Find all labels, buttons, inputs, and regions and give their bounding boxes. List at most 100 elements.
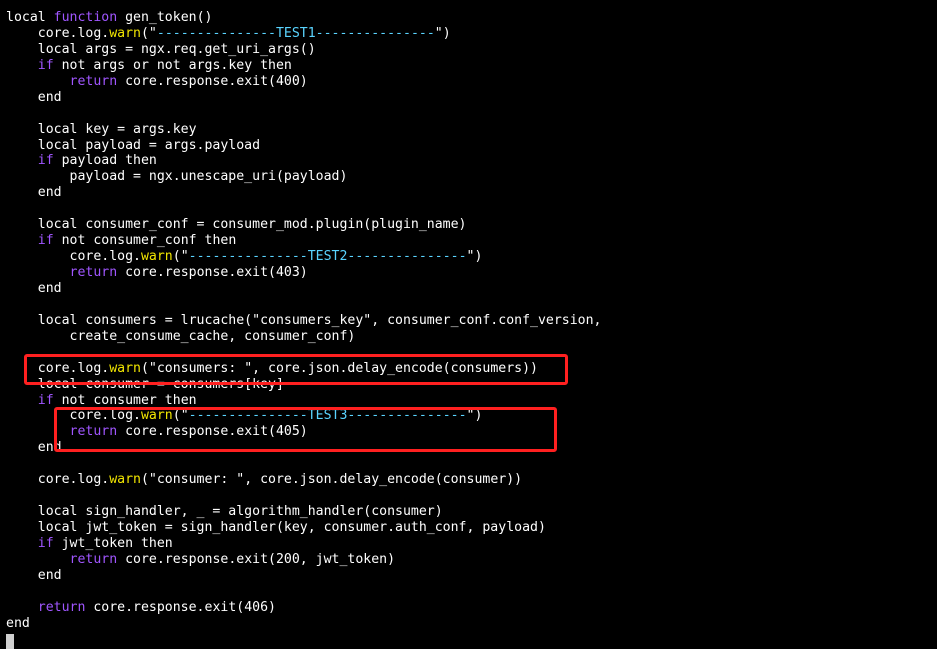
code-token: if (37, 153, 54, 169)
code-line: local function gen_token() (6, 10, 601, 26)
code-line: return core.response.exit(406) (6, 600, 601, 616)
code-token: not consumer then (53, 392, 197, 408)
code-token: local args = ngx.req.get_uri_args() (6, 41, 316, 57)
code-token: local (6, 10, 54, 25)
code-token: core.log. (6, 25, 110, 41)
code-line: local key = args.key (6, 122, 601, 138)
code-token: ---------------TEST2--------------- (188, 249, 467, 265)
code-line: if not consumer then (6, 393, 601, 409)
code-line: payload = ngx.unescape_uri(payload) (6, 169, 601, 185)
code-token: payload then (53, 153, 157, 169)
code-token: ") (434, 25, 451, 41)
code-line: if jwt_token then (6, 536, 601, 552)
code-token: gen_token() (117, 10, 213, 25)
code-token: if (37, 535, 54, 551)
code-token: core.log. (6, 472, 110, 488)
code-token: core.response.exit(406) (85, 599, 276, 615)
code-token: return (37, 599, 86, 615)
code-line: local jwt_token = sign_handler(key, cons… (6, 520, 601, 536)
code-token: jwt_token then (53, 535, 173, 551)
code-line: create_consume_cache, consumer_conf) (6, 329, 601, 345)
code-line: return core.response.exit(405) (6, 424, 601, 440)
code-token: return (69, 265, 118, 280)
code-token: end (6, 185, 62, 201)
code-token: local payload = args.payload (6, 137, 261, 153)
code-token: return (69, 73, 118, 89)
code-token: end (6, 567, 62, 583)
code-token: ") (466, 408, 483, 424)
code-line: core.log.warn("consumers: ", core.json.d… (6, 361, 601, 377)
code-token: local consumers = lrucache("consumers_ke… (6, 312, 602, 328)
code-line: local args = ngx.req.get_uri_args() (6, 42, 601, 58)
code-token: local key = args.key (6, 121, 197, 137)
code-token: (" (140, 25, 157, 41)
code-line: local sign_handler, _ = algorithm_handle… (6, 504, 601, 520)
code-token: core.response.exit(400) (117, 73, 308, 89)
code-line: local consumer = consumers[key] (6, 377, 601, 393)
code-token: return (69, 551, 118, 567)
code-token: (" (172, 249, 189, 265)
code-token: warn (109, 25, 141, 41)
code-token: if (37, 233, 54, 249)
code-token: end (6, 89, 62, 105)
code-line: local consumers = lrucache("consumers_ke… (6, 312, 602, 329)
code-line: if not consumer_conf then (6, 233, 601, 249)
code-token: end (6, 440, 62, 456)
code-line: local payload = args.payload (6, 138, 601, 154)
code-token: warn (140, 408, 173, 424)
text-cursor (6, 634, 14, 649)
code-line: core.log.warn("---------------TEST2-----… (6, 249, 601, 265)
code-token: ---------------TEST1--------------- (156, 25, 435, 41)
code-token: warn (109, 360, 141, 376)
code-token: payload = ngx.unescape_uri(payload) (6, 169, 348, 185)
code-token: core.response.exit(405) (117, 424, 308, 440)
code-editor[interactable]: local function gen_token() core.log.warn… (6, 10, 601, 632)
code-token: core.log. (6, 249, 141, 265)
code-line: core.log.warn("---------------TEST3-----… (6, 408, 601, 424)
code-token: core.response.exit(403) (117, 265, 308, 280)
code-token: if (37, 392, 54, 408)
code-token: warn (109, 472, 141, 488)
code-token: local jwt_token = sign_handler(key, cons… (6, 520, 546, 535)
code-line: if payload then (6, 153, 601, 169)
code-token: local sign_handler, _ = algorithm_handle… (6, 504, 443, 520)
code-line: if not args or not args.key then (6, 58, 601, 74)
code-token: core.log. (6, 408, 141, 424)
code-token: end (6, 615, 30, 631)
code-token: function (53, 10, 118, 25)
code-token: (" (172, 408, 189, 424)
code-line: core.log.warn("---------------TEST1-----… (6, 26, 601, 42)
code-token: ") (466, 249, 483, 265)
code-line: return core.response.exit(403) (6, 265, 601, 281)
code-line: end (6, 185, 601, 201)
code-line: end (6, 568, 601, 584)
code-token: create_consume_cache, consumer_conf) (6, 328, 356, 344)
terminal-window: local function gen_token() core.log.warn… (0, 0, 939, 649)
code-line: return core.response.exit(400) (6, 74, 601, 90)
code-line: end (6, 281, 601, 297)
code-token: not consumer_conf then (53, 233, 237, 249)
code-token: core.response.exit(200, jwt_token) (117, 551, 396, 567)
code-token: local consumer_conf = consumer_mod.plugi… (6, 217, 467, 233)
code-token: return (69, 424, 118, 440)
code-line: core.log.warn("consumer: ", core.json.de… (6, 472, 601, 488)
code-line: end (6, 616, 601, 632)
code-token: local consumer = consumers[key] (6, 376, 284, 392)
code-token: ---------------TEST3--------------- (188, 408, 467, 424)
code-token: not args or not args.key then (53, 57, 292, 73)
